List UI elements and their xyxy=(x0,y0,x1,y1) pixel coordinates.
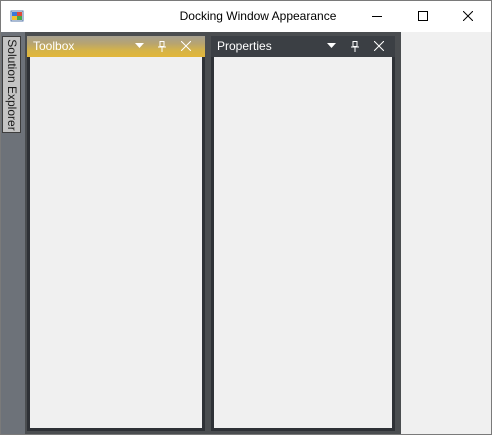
close-icon xyxy=(374,41,384,51)
document-area xyxy=(401,32,491,434)
maximize-button[interactable] xyxy=(400,1,446,31)
properties-content xyxy=(214,57,392,428)
toolbox-close-button[interactable] xyxy=(180,40,192,52)
close-icon xyxy=(463,11,473,21)
autohide-tab-label: Solution Explorer xyxy=(4,38,19,131)
properties-options-button[interactable] xyxy=(325,40,337,52)
minimize-icon xyxy=(372,16,382,17)
pin-icon xyxy=(158,40,166,52)
close-button[interactable] xyxy=(445,1,491,31)
autohide-strip-left: Solution Explorer xyxy=(1,32,25,434)
dropdown-arrow-icon xyxy=(134,43,144,48)
title-bar[interactable]: Docking Window Appearance xyxy=(1,1,491,32)
toolbox-title: Toolbox xyxy=(33,39,75,53)
toolbox-options-button[interactable] xyxy=(133,40,145,52)
toolbox-content xyxy=(30,57,202,428)
properties-panel: Properties xyxy=(211,36,395,431)
properties-title: Properties xyxy=(217,39,272,53)
properties-pin-button[interactable] xyxy=(349,40,361,52)
toolbox-panel: Toolbox xyxy=(27,36,205,431)
toolbox-header[interactable]: Toolbox xyxy=(27,36,205,57)
autohide-tab-solution-explorer[interactable]: Solution Explorer xyxy=(2,36,21,133)
properties-header[interactable]: Properties xyxy=(211,36,395,57)
main-window: Docking Window Appearance Solution Explo… xyxy=(0,0,492,435)
close-icon xyxy=(181,41,191,51)
properties-close-button[interactable] xyxy=(373,40,385,52)
maximize-icon xyxy=(418,11,428,21)
toolbox-pin-button[interactable] xyxy=(156,40,168,52)
pin-icon xyxy=(351,40,359,52)
minimize-button[interactable] xyxy=(354,1,400,31)
dropdown-arrow-icon xyxy=(326,43,336,48)
client-area: Solution Explorer Toolbox Properties xyxy=(1,32,491,434)
dock-area: Toolbox Properties xyxy=(25,32,401,434)
